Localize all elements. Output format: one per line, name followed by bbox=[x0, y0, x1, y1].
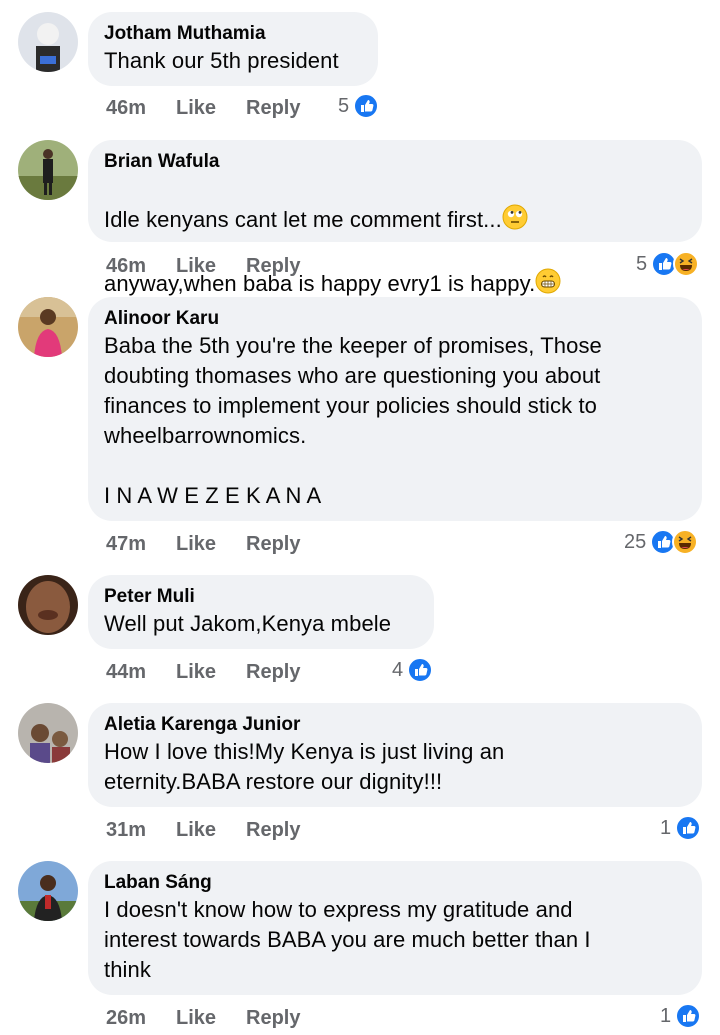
comment-text: Baba the 5th you're the keeper of promis… bbox=[104, 333, 602, 508]
author-name[interactable]: Peter Muli bbox=[104, 585, 418, 609]
like-button[interactable]: Like bbox=[176, 255, 246, 278]
face-with-rolling-eyes-icon bbox=[502, 204, 528, 238]
reaction-summary[interactable]: 25 bbox=[624, 528, 699, 556]
timestamp[interactable]: 44m bbox=[106, 661, 176, 684]
reaction-summary[interactable]: 1 bbox=[660, 814, 702, 842]
reply-button[interactable]: Reply bbox=[246, 1007, 300, 1030]
reaction-summary[interactable]: 5 bbox=[338, 92, 380, 120]
comment-text: Well put Jakom,Kenya mbele bbox=[104, 611, 392, 636]
avatar[interactable] bbox=[18, 140, 78, 200]
comment-bubble: Jotham Muthamia Thank our 5th president bbox=[88, 12, 378, 86]
comment-text: How I love this!My Kenya is just living … bbox=[104, 739, 505, 794]
reply-button[interactable]: Reply bbox=[246, 819, 300, 842]
like-reaction-icon bbox=[675, 1003, 702, 1029]
timestamp[interactable]: 31m bbox=[106, 819, 176, 842]
avatar[interactable] bbox=[18, 297, 78, 357]
like-button[interactable]: Like bbox=[176, 661, 246, 684]
comment-actions: 46m Like Reply bbox=[106, 253, 300, 279]
avatar[interactable] bbox=[18, 861, 78, 921]
avatar[interactable] bbox=[18, 12, 78, 72]
reaction-summary[interactable]: 5 bbox=[636, 250, 700, 278]
like-button[interactable]: Like bbox=[176, 819, 246, 842]
comment-bubble: Laban Sáng I doesn't know how to express… bbox=[88, 861, 702, 995]
comment-actions: 31m Like Reply bbox=[106, 817, 300, 843]
reaction-count: 1 bbox=[660, 816, 672, 839]
like-button[interactable]: Like bbox=[176, 1007, 246, 1030]
reaction-count: 5 bbox=[636, 252, 648, 275]
like-reaction-icon bbox=[675, 815, 702, 841]
author-name[interactable]: Alinoor Karu bbox=[104, 307, 686, 331]
reaction-count: 25 bbox=[624, 530, 647, 553]
comment-actions: 46m Like Reply bbox=[106, 95, 300, 121]
like-button[interactable]: Like bbox=[176, 533, 246, 556]
timestamp[interactable]: 46m bbox=[106, 97, 176, 120]
comment-text: Idle kenyans cant let me comment first..… bbox=[104, 174, 686, 302]
comment-actions: 44m Like Reply bbox=[106, 659, 300, 685]
comment-actions: 26m Like Reply bbox=[106, 1005, 300, 1031]
like-button[interactable]: Like bbox=[176, 97, 246, 120]
timestamp[interactable]: 47m bbox=[106, 533, 176, 556]
comment-text: I doesn't know how to express my gratitu… bbox=[104, 897, 591, 982]
comment-text-line: Idle kenyans cant let me comment first..… bbox=[104, 207, 502, 232]
timestamp[interactable]: 46m bbox=[106, 255, 176, 278]
reaction-count: 1 bbox=[660, 1004, 672, 1027]
timestamp[interactable]: 26m bbox=[106, 1007, 176, 1030]
comment-bubble: Aletia Karenga Junior How I love this!My… bbox=[88, 703, 702, 807]
comment-bubble: Alinoor Karu Baba the 5th you're the kee… bbox=[88, 297, 702, 521]
reply-button[interactable]: Reply bbox=[246, 255, 300, 278]
haha-reaction-icon bbox=[672, 529, 699, 555]
comment-text: Thank our 5th president bbox=[104, 48, 339, 73]
like-reaction-icon bbox=[407, 657, 434, 683]
comment-bubble: Peter Muli Well put Jakom,Kenya mbele bbox=[88, 575, 434, 649]
reply-button[interactable]: Reply bbox=[246, 661, 300, 684]
reaction-count: 4 bbox=[392, 658, 404, 681]
comment-actions: 47m Like Reply bbox=[106, 531, 300, 557]
reply-button[interactable]: Reply bbox=[246, 97, 300, 120]
comment-bubble: Brian Wafula Idle kenyans cant let me co… bbox=[88, 140, 702, 296]
reaction-summary[interactable]: 1 bbox=[660, 1002, 702, 1030]
reply-button[interactable]: Reply bbox=[246, 533, 300, 556]
author-name[interactable]: Laban Sáng bbox=[104, 871, 686, 895]
avatar[interactable] bbox=[18, 575, 78, 635]
author-name[interactable]: Brian Wafula bbox=[104, 150, 686, 174]
haha-reaction-icon bbox=[673, 251, 700, 277]
author-name[interactable]: Aletia Karenga Junior bbox=[104, 713, 686, 737]
avatar[interactable] bbox=[18, 703, 78, 763]
like-reaction-icon bbox=[353, 93, 380, 119]
author-name[interactable]: Jotham Muthamia bbox=[104, 22, 362, 46]
reaction-summary[interactable]: 4 bbox=[392, 656, 434, 684]
reaction-count: 5 bbox=[338, 94, 350, 117]
